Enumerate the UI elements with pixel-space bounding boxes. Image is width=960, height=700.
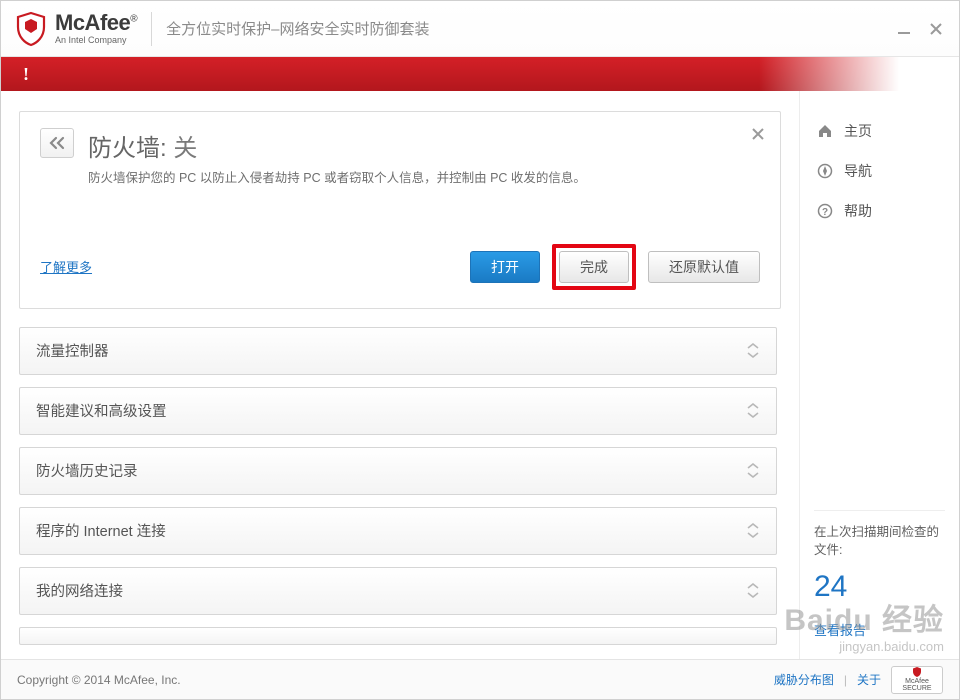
panel-smart-advice[interactable]: 智能建议和高级设置 [19,387,777,435]
card-description: 防火墙保护您的 PC 以防止入侵者劫持 PC 或者窃取个人信息，并控制由 PC … [88,169,586,188]
alert-bar: ! [1,57,959,91]
sidebar-item-help[interactable]: ? 帮助 [814,191,945,231]
scan-stat-label: 在上次扫描期间检查的文件: [814,523,945,561]
expand-icon [746,403,760,418]
view-report-link[interactable]: 查看报告 [814,620,945,639]
card-close-button[interactable] [750,126,766,147]
app-subtitle: 全方位实时保护–网络安全实时防御套装 [166,18,429,39]
brand-subline: An Intel Company [55,36,137,45]
sidebar-item-label: 帮助 [844,201,872,221]
minimize-button[interactable] [895,20,913,38]
home-icon [816,122,834,140]
titlebar: McAfee® An Intel Company 全方位实时保护–网络安全实时防… [1,1,959,57]
open-button[interactable]: 打开 [470,251,540,283]
sidebar-item-label: 导航 [844,161,872,181]
panel-traffic-controller[interactable]: 流量控制器 [19,327,777,375]
mcafee-shield-icon [15,11,47,47]
mcafee-secure-badge: McAfee SECURE [891,666,943,694]
sidebar-item-navigation[interactable]: 导航 [814,151,945,191]
help-icon: ? [816,202,834,220]
panel-partial[interactable] [19,627,777,645]
sidebar: 主页 导航 ? 帮助 在上次扫描期间检查的文件: 24 查看报告 [799,91,959,659]
done-button[interactable]: 完成 [559,251,629,283]
close-button[interactable] [927,20,945,38]
alert-icon: ! [23,64,29,85]
sidebar-item-label: 主页 [844,121,872,141]
firewall-card: 防火墙: 关 防火墙保护您的 PC 以防止入侵者劫持 PC 或者窃取个人信息，并… [19,111,781,309]
expand-icon [746,343,760,358]
close-icon [750,126,766,142]
expand-icon [746,583,760,598]
threat-map-link[interactable]: 威胁分布图 [774,671,834,688]
panel-my-network[interactable]: 我的网络连接 [19,567,777,615]
brand-name: McAfee® [55,12,137,34]
card-title: 防火墙: 关 [88,128,586,163]
learn-more-link[interactable]: 了解更多 [40,257,92,276]
back-button[interactable] [40,128,74,158]
sidebar-item-home[interactable]: 主页 [814,111,945,151]
expand-icon [746,463,760,478]
about-link[interactable]: 关于 [857,671,881,688]
highlight-annotation: 完成 [552,244,636,290]
app-window: McAfee® An Intel Company 全方位实时保护–网络安全实时防… [0,0,960,700]
settings-panel-list[interactable]: 流量控制器 智能建议和高级设置 防火墙历史记录 [19,327,781,649]
expand-icon [746,523,760,538]
panel-program-internet[interactable]: 程序的 Internet 连接 [19,507,777,555]
chevron-double-left-icon [48,136,66,150]
compass-icon [816,162,834,180]
copyright-text: Copyright © 2014 McAfee, Inc. [17,673,181,687]
brand-logo: McAfee® An Intel Company [15,11,137,47]
footer: Copyright © 2014 McAfee, Inc. 威胁分布图 | 关于… [1,659,959,699]
panel-firewall-history[interactable]: 防火墙历史记录 [19,447,777,495]
divider [814,510,945,511]
restore-defaults-button[interactable]: 还原默认值 [648,251,760,283]
scan-stat-value: 24 [814,570,945,604]
divider [151,12,152,46]
svg-text:?: ? [822,207,828,218]
